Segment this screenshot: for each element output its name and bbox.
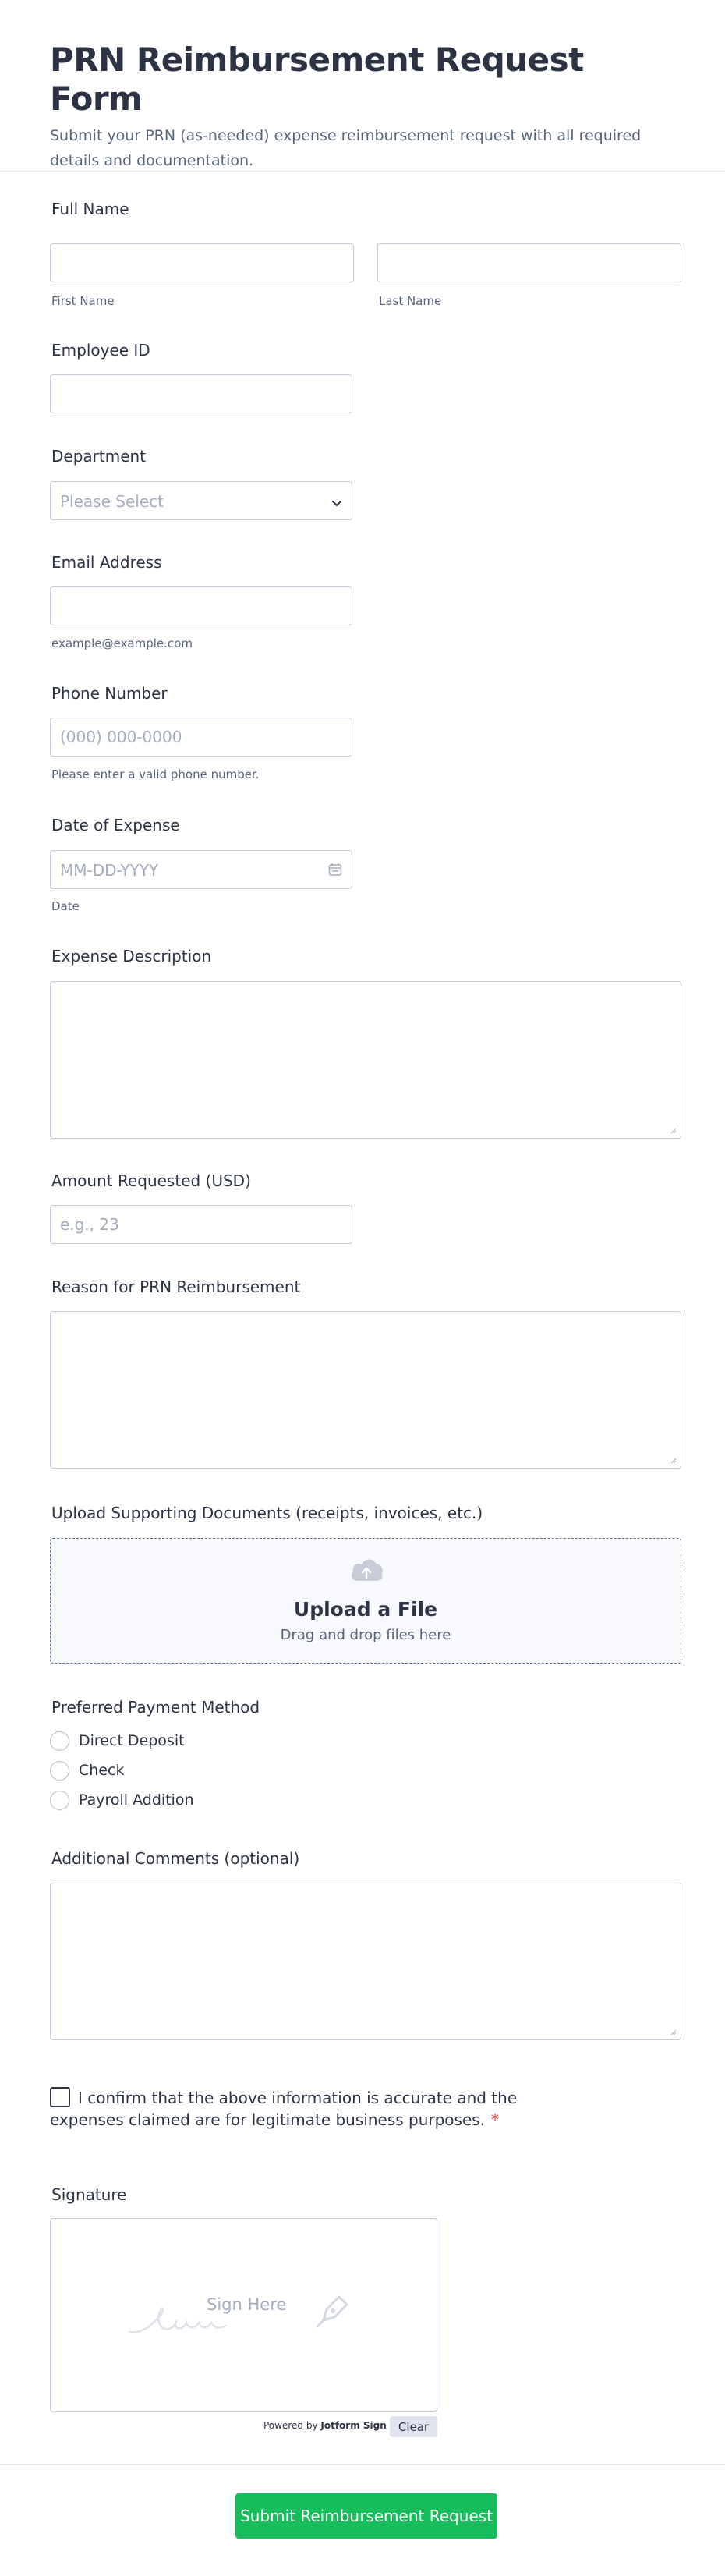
employee-id-input[interactable] bbox=[50, 374, 352, 413]
consent-text: I confirm that the above information is … bbox=[50, 2089, 518, 2129]
payment-label: Preferred Payment Method bbox=[51, 1698, 260, 1717]
full-name-label: Full Name bbox=[51, 200, 129, 218]
description-textarea[interactable] bbox=[50, 981, 681, 1139]
phone-label: Phone Number bbox=[51, 684, 168, 703]
email-sublabel: example@example.com bbox=[51, 636, 193, 650]
upload-title: Upload a File bbox=[293, 1598, 438, 1621]
resize-grip-icon[interactable] bbox=[670, 1458, 677, 1464]
email-label: Email Address bbox=[51, 553, 162, 572]
cloud-upload-icon bbox=[348, 1556, 384, 1589]
radio-label: Check bbox=[79, 1762, 125, 1779]
footer-divider bbox=[0, 2464, 725, 2465]
phone-input[interactable] bbox=[50, 718, 352, 757]
form-subtitle: Submit your PRN (as-needed) expense reim… bbox=[50, 127, 642, 169]
header-divider bbox=[0, 171, 725, 172]
reason-label: Reason for PRN Reimbursement bbox=[51, 1277, 301, 1296]
reason-textarea[interactable] bbox=[50, 1311, 681, 1469]
required-asterisk: * bbox=[491, 2110, 500, 2129]
powered-brand: Jotform Sign bbox=[320, 2420, 387, 2431]
date-sublabel: Date bbox=[51, 899, 80, 913]
date-input[interactable]: MM-DD-YYYY bbox=[50, 850, 352, 889]
date-label: Date of Expense bbox=[51, 816, 180, 834]
last-name-sublabel: Last Name bbox=[379, 294, 442, 308]
consent-field: I confirm that the above information is … bbox=[50, 2087, 588, 2131]
employee-id-label: Employee ID bbox=[51, 341, 150, 360]
signature-pad[interactable]: Sign Here bbox=[50, 2218, 437, 2412]
radio-button[interactable] bbox=[50, 1790, 69, 1810]
comments-label: Additional Comments (optional) bbox=[51, 1849, 300, 1868]
amount-label: Amount Requested (USD) bbox=[51, 1171, 251, 1190]
file-upload-dropzone[interactable]: Upload a File Drag and drop files here bbox=[50, 1538, 681, 1664]
form-title: PRN Reimbursement Request Form bbox=[50, 41, 584, 118]
signature-label: Signature bbox=[51, 2185, 127, 2204]
amount-input[interactable] bbox=[50, 1205, 352, 1244]
signature-clear-button[interactable]: Clear bbox=[390, 2416, 437, 2437]
resize-grip-icon[interactable] bbox=[670, 1128, 677, 1134]
consent-checkbox[interactable] bbox=[50, 2087, 70, 2107]
phone-sublabel: Please enter a valid phone number. bbox=[51, 767, 260, 781]
payment-option-check[interactable]: Check bbox=[50, 1760, 124, 1781]
chevron-down-icon bbox=[331, 496, 342, 511]
department-placeholder: Please Select bbox=[60, 492, 164, 511]
description-label: Expense Description bbox=[51, 947, 212, 966]
submit-button[interactable]: Submit Reimbursement Request bbox=[235, 2493, 497, 2539]
resize-grip-icon[interactable] bbox=[670, 2029, 677, 2036]
first-name-input[interactable] bbox=[50, 243, 354, 282]
department-select[interactable]: Please Select bbox=[50, 481, 352, 520]
department-label: Department bbox=[51, 447, 147, 466]
date-placeholder: MM-DD-YYYY bbox=[60, 861, 159, 880]
calendar-icon[interactable] bbox=[328, 863, 342, 880]
pen-nib-icon bbox=[316, 2295, 348, 2328]
powered-by: Powered by Jotform Sign bbox=[263, 2420, 387, 2431]
email-input[interactable] bbox=[50, 586, 352, 625]
last-name-input[interactable] bbox=[377, 243, 681, 282]
form-page: PRN Reimbursement Request Form Submit yo… bbox=[0, 0, 725, 2576]
radio-label: Direct Deposit bbox=[79, 1732, 185, 1749]
powered-prefix: Powered by bbox=[263, 2420, 318, 2431]
upload-label: Upload Supporting Documents (receipts, i… bbox=[51, 1504, 483, 1522]
form-header: PRN Reimbursement Request Form Submit yo… bbox=[50, 41, 674, 173]
radio-button[interactable] bbox=[50, 1731, 69, 1751]
payment-option-payroll-addition[interactable]: Payroll Addition bbox=[50, 1790, 194, 1810]
radio-label: Payroll Addition bbox=[79, 1791, 194, 1809]
first-name-sublabel: First Name bbox=[51, 294, 115, 308]
signature-hint: Sign Here bbox=[207, 2295, 287, 2314]
radio-button[interactable] bbox=[50, 1760, 69, 1781]
upload-subtitle: Drag and drop files here bbox=[280, 1627, 451, 1643]
comments-textarea[interactable] bbox=[50, 1883, 681, 2040]
payment-option-direct-deposit[interactable]: Direct Deposit bbox=[50, 1731, 185, 1751]
